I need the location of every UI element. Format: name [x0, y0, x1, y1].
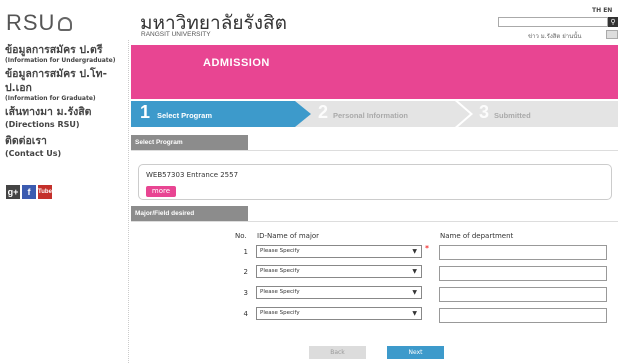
- major-select-3[interactable]: Please Specify ▼: [256, 286, 422, 299]
- program-name: WEB57303 Entrance 2557: [146, 171, 239, 179]
- row-number: 3: [243, 289, 248, 297]
- department-field-4[interactable]: [439, 308, 607, 323]
- google-plus-icon[interactable]: g+: [6, 185, 20, 199]
- nav-item-directions[interactable]: เส้นทางมา ม.รังสิต (Directions RSU): [5, 104, 127, 132]
- step-label: Select Program: [157, 111, 213, 120]
- row-number: 2: [243, 268, 248, 276]
- department-field-1[interactable]: [439, 245, 607, 260]
- nav-item-label: ข้อมูลการสมัคร ป.โท-ป.เอก: [5, 68, 107, 94]
- nav-item-sublabel: (Directions RSU): [5, 120, 80, 129]
- search-input[interactable]: [498, 17, 608, 27]
- dropdown-arrow-icon: ▼: [412, 289, 417, 296]
- column-divider: [128, 40, 129, 363]
- step-number: 2: [318, 102, 329, 122]
- dropdown-arrow-icon: ▼: [412, 310, 417, 317]
- section-header-select-program: Select Program: [131, 135, 248, 150]
- nav-item-contact[interactable]: ติดต่อเรา (Contact Us): [5, 133, 127, 161]
- dropdown-arrow-icon: ▼: [412, 268, 417, 275]
- department-field-2[interactable]: [439, 266, 607, 281]
- next-button[interactable]: Next: [387, 346, 444, 359]
- section-divider: [131, 221, 618, 222]
- logo-emblem-icon: [58, 17, 73, 31]
- facebook-icon[interactable]: f: [22, 185, 36, 199]
- row-number: 4: [243, 310, 248, 318]
- nav-item-graduate[interactable]: ข้อมูลการสมัคร ป.โท-ป.เอก (Information f…: [5, 66, 127, 103]
- select-value: Please Specify: [260, 268, 300, 274]
- major-select-2[interactable]: Please Specify ▼: [256, 265, 422, 278]
- nav-item-sublabel: (Contact Us): [5, 149, 62, 158]
- department-field-3[interactable]: [439, 287, 607, 302]
- step-label: Submitted: [494, 111, 531, 120]
- select-value: Please Specify: [260, 248, 300, 254]
- select-value: Please Specify: [260, 289, 300, 295]
- nav-item-label: ข้อมูลการสมัคร ป.ตรี: [5, 44, 103, 56]
- nav-item-label: เส้นทางมา ม.รังสิต: [5, 106, 92, 118]
- youtube-icon[interactable]: Tube: [38, 185, 52, 199]
- step-label: Personal Information: [333, 111, 409, 120]
- news-icon[interactable]: [606, 30, 618, 39]
- nav-item-undergraduate[interactable]: ข้อมูลการสมัคร ป.ตรี (Information for Un…: [5, 42, 127, 65]
- search-icon[interactable]: ⚲: [608, 17, 618, 27]
- step-number: 1: [140, 102, 151, 122]
- back-button[interactable]: Back: [309, 346, 366, 359]
- dropdown-arrow-icon: ▼: [412, 248, 417, 255]
- nav-item-sublabel: (Information for Undergraduate): [5, 57, 116, 64]
- social-links: g+ f Tube: [6, 185, 52, 199]
- section-divider: [131, 150, 618, 151]
- nav-item-label: ติดต่อเรา: [5, 135, 47, 147]
- program-card: [138, 164, 612, 200]
- admission-banner: [131, 45, 618, 99]
- step-number: 3: [479, 102, 490, 122]
- major-select-4[interactable]: Please Specify ▼: [256, 307, 422, 320]
- nav-item-sublabel: (Information for Graduate): [5, 95, 96, 102]
- select-value: Please Specify: [260, 310, 300, 316]
- column-header-department: Name of department: [440, 232, 514, 240]
- more-button[interactable]: more: [146, 186, 176, 197]
- section-header-major: Major/Field desired: [131, 206, 248, 221]
- logo-text: RSU: [6, 10, 56, 35]
- left-navigation: ข้อมูลการสมัคร ป.ตรี (Information for Un…: [5, 42, 127, 162]
- column-header-no: No.: [235, 232, 247, 240]
- news-link[interactable]: ข่าว ม.รังสิต ย่านนั้น: [528, 31, 581, 41]
- rsu-logo[interactable]: RSU: [6, 10, 73, 36]
- required-marker: *: [425, 244, 429, 253]
- language-switch[interactable]: TH EN: [592, 7, 612, 14]
- university-subtitle: RANGSIT UNIVERSITY: [141, 31, 211, 38]
- major-select-1[interactable]: Please Specify ▼: [256, 245, 422, 258]
- column-header-major: ID-Name of major: [257, 232, 320, 240]
- banner-title: ADMISSION: [203, 57, 270, 69]
- row-number: 1: [243, 248, 248, 256]
